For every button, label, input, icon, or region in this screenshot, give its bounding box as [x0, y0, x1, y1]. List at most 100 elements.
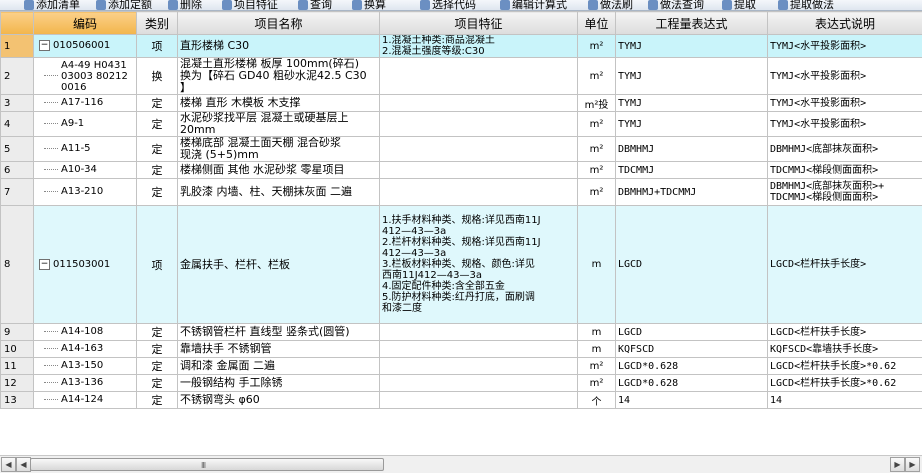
- table-row[interactable]: 5 A11-5 定楼梯底部 混凝土面天棚 混合砂浆 现浇 (5+5)mm m² DBMH…: [0, 136, 922, 162]
- type-cell[interactable]: 项: [136, 34, 178, 58]
- code-cell[interactable]: A13-210: [33, 178, 137, 206]
- expression-cell[interactable]: TDCMMJ: [615, 161, 768, 179]
- feature-cell[interactable]: [379, 111, 578, 137]
- description-cell[interactable]: TYMJ<水平投影面积>: [767, 57, 922, 95]
- scroll-thumb[interactable]: III: [30, 458, 384, 471]
- table-row[interactable]: 10 A14-163 定靠墙扶手 不锈钢管 m KQFSCD KQFSCD<靠墙扶手长度>: [0, 340, 922, 358]
- expression-cell[interactable]: LGCD*0.628: [615, 374, 768, 392]
- description-cell[interactable]: LGCD<栏杆扶手长度>: [767, 323, 922, 341]
- row-number-cell[interactable]: 9: [0, 323, 34, 341]
- description-cell[interactable]: DBMHMJ<底部抹灰面积>: [767, 136, 922, 162]
- description-cell[interactable]: TYMJ<水平投影面积>: [767, 111, 922, 137]
- header-rownum[interactable]: [0, 11, 34, 35]
- feature-cell[interactable]: [379, 94, 578, 112]
- header-feature[interactable]: 项目特征: [379, 11, 578, 35]
- expression-cell[interactable]: LGCD: [615, 323, 768, 341]
- unit-cell[interactable]: m²: [577, 34, 616, 58]
- type-cell[interactable]: 定: [136, 391, 178, 409]
- method-query-button[interactable]: 做法查询: [648, 0, 704, 10]
- collapse-icon[interactable]: −: [39, 40, 50, 52]
- feature-cell[interactable]: 1.扶手材料种类、规格:详见西南11J 412—43—3a 2.栏杆材料种类、规…: [379, 205, 578, 324]
- name-cell[interactable]: 楼梯 直形 木模板 木支撑: [177, 94, 380, 112]
- code-cell[interactable]: A13-136: [33, 374, 137, 392]
- table-row[interactable]: 4 A9-1 定水泥砂浆找平层 混凝土或硬基层上 20mm m² TYMJ TYMJ<水平…: [0, 111, 922, 137]
- code-cell[interactable]: A9-1: [33, 111, 137, 137]
- convert-button[interactable]: 换算: [352, 0, 386, 10]
- table-row[interactable]: 9 A14-108 定不锈钢管栏杆 直线型 竖条式(圆管) m LGCD LGCD<栏杆扶…: [0, 323, 922, 341]
- name-cell[interactable]: 金属扶手、栏杆、栏板: [177, 205, 380, 324]
- unit-cell[interactable]: m: [577, 323, 616, 341]
- type-cell[interactable]: 定: [136, 136, 178, 162]
- header-expr[interactable]: 工程量表达式: [615, 11, 768, 35]
- expression-cell[interactable]: TYMJ: [615, 111, 768, 137]
- select-code-button[interactable]: 选择代码: [420, 0, 476, 10]
- name-cell[interactable]: 混凝土直形楼梯 板厚 100mm(碎石) 换为【碎石 GD40 粗砂水泥42.5…: [177, 57, 380, 95]
- description-cell[interactable]: LGCD<栏杆扶手长度>*0.62: [767, 357, 922, 375]
- header-unit[interactable]: 单位: [577, 11, 616, 35]
- type-cell[interactable]: 定: [136, 161, 178, 179]
- type-cell[interactable]: 定: [136, 323, 178, 341]
- code-cell[interactable]: A17-116: [33, 94, 137, 112]
- scroll-right-page-button[interactable]: ▶: [890, 457, 905, 472]
- expression-cell[interactable]: 14: [615, 391, 768, 409]
- horizontal-scrollbar[interactable]: ◀ ◀ III ▶ ▶: [0, 455, 922, 473]
- unit-cell[interactable]: m: [577, 205, 616, 324]
- unit-cell[interactable]: m²: [577, 161, 616, 179]
- row-number-cell[interactable]: 5: [0, 136, 34, 162]
- header-type[interactable]: 类别: [136, 11, 178, 35]
- description-cell[interactable]: KQFSCD<靠墙扶手长度>: [767, 340, 922, 358]
- description-cell[interactable]: LGCD<栏杆扶手长度>*0.62: [767, 374, 922, 392]
- unit-cell[interactable]: 个: [577, 391, 616, 409]
- row-number-cell[interactable]: 7: [0, 178, 34, 206]
- description-cell[interactable]: LGCD<栏杆扶手长度>: [767, 205, 922, 324]
- table-row[interactable]: 1−010506001 项直形楼梯 C30 1.混凝土种类:商品混凝土 2.混凝土强…: [0, 34, 922, 58]
- name-cell[interactable]: 调和漆 金属面 二遍: [177, 357, 380, 375]
- unit-cell[interactable]: m²: [577, 57, 616, 95]
- code-cell[interactable]: A14-163: [33, 340, 137, 358]
- expression-cell[interactable]: TYMJ: [615, 94, 768, 112]
- type-cell[interactable]: 定: [136, 178, 178, 206]
- code-cell[interactable]: A10-34: [33, 161, 137, 179]
- code-cell[interactable]: −011503001: [33, 205, 137, 324]
- unit-cell[interactable]: m²: [577, 178, 616, 206]
- name-cell[interactable]: 乳胶漆 内墙、柱、天棚抹灰面 二遍: [177, 178, 380, 206]
- feature-cell[interactable]: [379, 391, 578, 409]
- type-cell[interactable]: 定: [136, 357, 178, 375]
- name-cell[interactable]: 不锈钢弯头 φ60: [177, 391, 380, 409]
- name-cell[interactable]: 楼梯底部 混凝土面天棚 混合砂浆 现浇 (5+5)mm: [177, 136, 380, 162]
- feature-cell[interactable]: [379, 340, 578, 358]
- method-brush-button[interactable]: 做法刷: [588, 0, 633, 10]
- description-cell[interactable]: TYMJ<水平投影面积>: [767, 94, 922, 112]
- code-cell[interactable]: A11-5: [33, 136, 137, 162]
- table-row[interactable]: 12 A13-136 定一般钢结构 手工除锈 m² LGCD*0.628 LGCD<栏杆扶…: [0, 374, 922, 392]
- name-cell[interactable]: 靠墙扶手 不锈钢管: [177, 340, 380, 358]
- scroll-right-button[interactable]: ▶: [905, 457, 920, 472]
- type-cell[interactable]: 定: [136, 340, 178, 358]
- feature-cell[interactable]: [379, 178, 578, 206]
- query-button[interactable]: 查询: [298, 0, 332, 10]
- expression-cell[interactable]: LGCD*0.628: [615, 357, 768, 375]
- code-cell[interactable]: A14-124: [33, 391, 137, 409]
- feature-cell[interactable]: [379, 374, 578, 392]
- name-cell[interactable]: 楼梯侧面 其他 水泥砂浆 零星项目: [177, 161, 380, 179]
- name-cell[interactable]: 一般钢结构 手工除锈: [177, 374, 380, 392]
- code-cell[interactable]: A4-49 H0431 03003 80212 0016: [33, 57, 137, 95]
- scroll-left-page-button[interactable]: ◀: [16, 457, 31, 472]
- row-number-cell[interactable]: 11: [0, 357, 34, 375]
- code-cell[interactable]: A13-150: [33, 357, 137, 375]
- name-cell[interactable]: 直形楼梯 C30: [177, 34, 380, 58]
- table-row[interactable]: 2 A4-49 H0431 03003 80212 0016 换混凝土直形楼梯 板厚…: [0, 57, 922, 95]
- unit-cell[interactable]: m²: [577, 136, 616, 162]
- row-number-cell[interactable]: 12: [0, 374, 34, 392]
- unit-cell[interactable]: m²: [577, 374, 616, 392]
- feature-cell[interactable]: 1.混凝土种类:商品混凝土 2.混凝土强度等级:C30: [379, 34, 578, 58]
- row-number-cell[interactable]: 8: [0, 205, 34, 324]
- header-desc[interactable]: 表达式说明: [767, 11, 922, 35]
- feature-cell[interactable]: [379, 57, 578, 95]
- feature-cell[interactable]: [379, 161, 578, 179]
- description-cell[interactable]: TDCMMJ<梯段侧面面积>: [767, 161, 922, 179]
- unit-cell[interactable]: m: [577, 340, 616, 358]
- type-cell[interactable]: 定: [136, 111, 178, 137]
- table-row[interactable]: 13 A14-124 定不锈钢弯头 φ60 个 14 14: [0, 391, 922, 409]
- row-number-cell[interactable]: 6: [0, 161, 34, 179]
